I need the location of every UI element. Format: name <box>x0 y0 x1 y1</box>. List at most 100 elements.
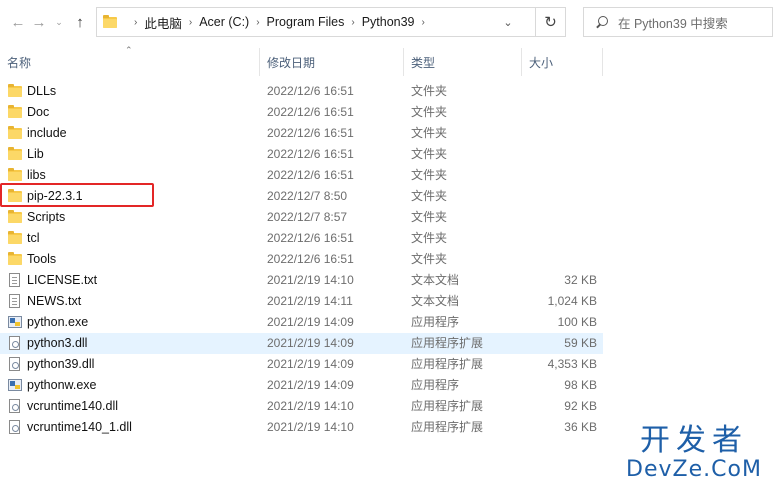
breadcrumb-separator-icon[interactable]: › <box>256 17 259 28</box>
file-modified-date: 2022/12/6 16:51 <box>267 105 354 119</box>
folder-icon <box>8 84 22 99</box>
file-modified-date: 2021/2/19 14:11 <box>267 294 353 308</box>
breadcrumb-separator-icon[interactable]: › <box>189 17 192 28</box>
file-modified-date: 2022/12/7 8:50 <box>267 189 348 203</box>
breadcrumb-python39[interactable]: Python39 <box>362 15 415 29</box>
file-type: 文件夹 <box>411 252 448 266</box>
breadcrumb-drive[interactable]: Acer (C:) <box>199 15 249 29</box>
file-modified-date: 2022/12/7 8:57 <box>267 210 348 224</box>
file-type: 文本文档 <box>411 273 460 287</box>
file-name: LICENSE.txt <box>27 273 98 287</box>
file-row[interactable]: python39.dll 2021/2/19 14:09 应用程序扩展 4,353 K… <box>0 354 603 375</box>
file-row[interactable]: NEWS.txt 2021/2/19 14:11 文本文档 1,024 KB <box>0 291 603 312</box>
folder-icon <box>8 210 22 225</box>
search-placeholder: 在 Python39 中搜索 <box>618 16 728 31</box>
file-row[interactable]: tcl 2022/12/6 16:51 文件夹 <box>0 228 603 249</box>
up-arrow-icon[interactable]: ↑ <box>68 10 92 34</box>
breadcrumb-separator-icon[interactable]: › <box>134 17 137 28</box>
column-header-name-label: 名称 <box>7 55 32 70</box>
file-size: 98 KB <box>564 378 597 392</box>
file-name: python39.dll <box>27 357 95 371</box>
column-header-type[interactable]: 类型 <box>404 48 522 76</box>
file-type: 应用程序扩展 <box>411 399 484 413</box>
file-size <box>522 228 597 249</box>
column-header-size-label: 大小 <box>529 55 554 70</box>
file-row[interactable]: include 2022/12/6 16:51 文件夹 <box>0 123 603 144</box>
file-name: Scripts <box>27 210 66 224</box>
breadcrumb-separator-icon[interactable]: › <box>422 17 425 28</box>
file-modified-date: 2021/2/19 14:09 <box>267 378 354 392</box>
file-type: 文本文档 <box>411 294 460 308</box>
breadcrumb-program-files[interactable]: Program Files <box>267 15 345 29</box>
folder-icon <box>103 15 121 29</box>
file-type: 文件夹 <box>411 231 448 245</box>
file-type: 应用程序 <box>411 378 460 392</box>
file-row[interactable]: python3.dll 2021/2/19 14:09 应用程序扩展 59 KB <box>0 333 603 354</box>
file-size: 1,024 KB <box>547 294 597 308</box>
file-modified-date: 2021/2/19 14:10 <box>267 273 354 287</box>
file-modified-date: 2022/12/6 16:51 <box>267 126 354 140</box>
sort-ascending-icon: ⌃ <box>125 45 133 55</box>
column-header-name[interactable]: 名称 ⌃ <box>0 45 260 76</box>
file-name: vcruntime140.dll <box>27 399 119 413</box>
column-header-size[interactable]: 大小 <box>522 48 603 76</box>
file-size <box>522 186 597 207</box>
text-file-icon <box>8 273 22 288</box>
exe-file-icon <box>8 378 22 393</box>
file-name: DLLs <box>27 84 57 98</box>
folder-icon <box>8 126 22 141</box>
column-header-type-label: 类型 <box>411 55 436 70</box>
column-headers: 名称 ⌃ 修改日期 类型 大小 <box>0 45 773 76</box>
file-size: 100 KB <box>557 315 597 329</box>
highlight-annotation-box <box>0 183 154 207</box>
folder-icon <box>8 168 22 183</box>
file-row[interactable]: vcruntime140.dll 2021/2/19 14:10 应用程序扩展 92 … <box>0 396 603 417</box>
file-type: 应用程序扩展 <box>411 336 484 350</box>
file-size <box>522 102 597 123</box>
file-size <box>522 144 597 165</box>
watermark-cn: 开发者 <box>640 423 748 458</box>
file-size: 4,353 KB <box>547 357 597 371</box>
breadcrumb-this-pc[interactable]: 此电脑 <box>144 13 182 32</box>
folder-icon <box>8 231 22 246</box>
breadcrumb-separator-icon[interactable]: › <box>351 17 354 28</box>
file-type: 应用程序扩展 <box>411 357 484 371</box>
file-size: 32 KB <box>564 273 597 287</box>
breadcrumb[interactable]: › 此电脑 › Acer (C:) › Program Files › Pyth… <box>96 7 566 37</box>
file-row[interactable]: LICENSE.txt 2021/2/19 14:10 文本文档 32 KB <box>0 270 603 291</box>
search-input[interactable]: 在 Python39 中搜索 <box>583 7 773 37</box>
file-type: 应用程序 <box>411 315 460 329</box>
file-modified-date: 2022/12/6 16:51 <box>267 84 354 98</box>
file-row[interactable]: Scripts 2022/12/7 8:57 文件夹 <box>0 207 603 228</box>
column-header-date-label: 修改日期 <box>267 55 316 70</box>
file-row[interactable]: vcruntime140_1.dll 2021/2/19 14:10 应用程序扩展 3… <box>0 417 603 438</box>
file-type: 文件夹 <box>411 105 448 119</box>
file-row[interactable]: pythonw.exe 2021/2/19 14:09 应用程序 98 KB <box>0 375 603 396</box>
watermark-en: DevZe.CoM <box>626 457 762 482</box>
file-row[interactable]: Lib 2022/12/6 16:51 文件夹 <box>0 144 603 165</box>
file-size <box>522 165 597 186</box>
watermark-logo: 开发者 DevZe.CoM <box>615 425 773 492</box>
file-name: tcl <box>27 231 40 245</box>
file-size <box>522 81 597 102</box>
file-size <box>522 123 597 144</box>
file-size: 36 KB <box>564 420 597 434</box>
file-row[interactable]: Tools 2022/12/6 16:51 文件夹 <box>0 249 603 270</box>
file-row[interactable]: python.exe 2021/2/19 14:09 应用程序 100 KB <box>0 312 603 333</box>
file-row[interactable]: DLLs 2022/12/6 16:51 文件夹 <box>0 81 603 102</box>
file-type: 文件夹 <box>411 126 448 140</box>
file-size: 59 KB <box>564 336 597 350</box>
file-modified-date: 2021/2/19 14:10 <box>267 420 354 434</box>
address-dropdown-chevron-icon[interactable]: ⌄ <box>495 8 521 36</box>
refresh-icon[interactable]: ↻ <box>535 8 565 36</box>
file-row[interactable]: Doc 2022/12/6 16:51 文件夹 <box>0 102 603 123</box>
address-bar: ← → ⌄ ↑ › 此电脑 › Acer (C:) › Program File… <box>0 0 773 46</box>
file-size <box>522 207 597 228</box>
exe-file-icon <box>8 315 22 330</box>
dll-file-icon <box>8 399 22 414</box>
column-header-date[interactable]: 修改日期 <box>260 48 404 76</box>
file-size: 92 KB <box>564 399 597 413</box>
file-size <box>522 249 597 270</box>
folder-icon <box>8 147 22 162</box>
file-name: NEWS.txt <box>27 294 82 308</box>
